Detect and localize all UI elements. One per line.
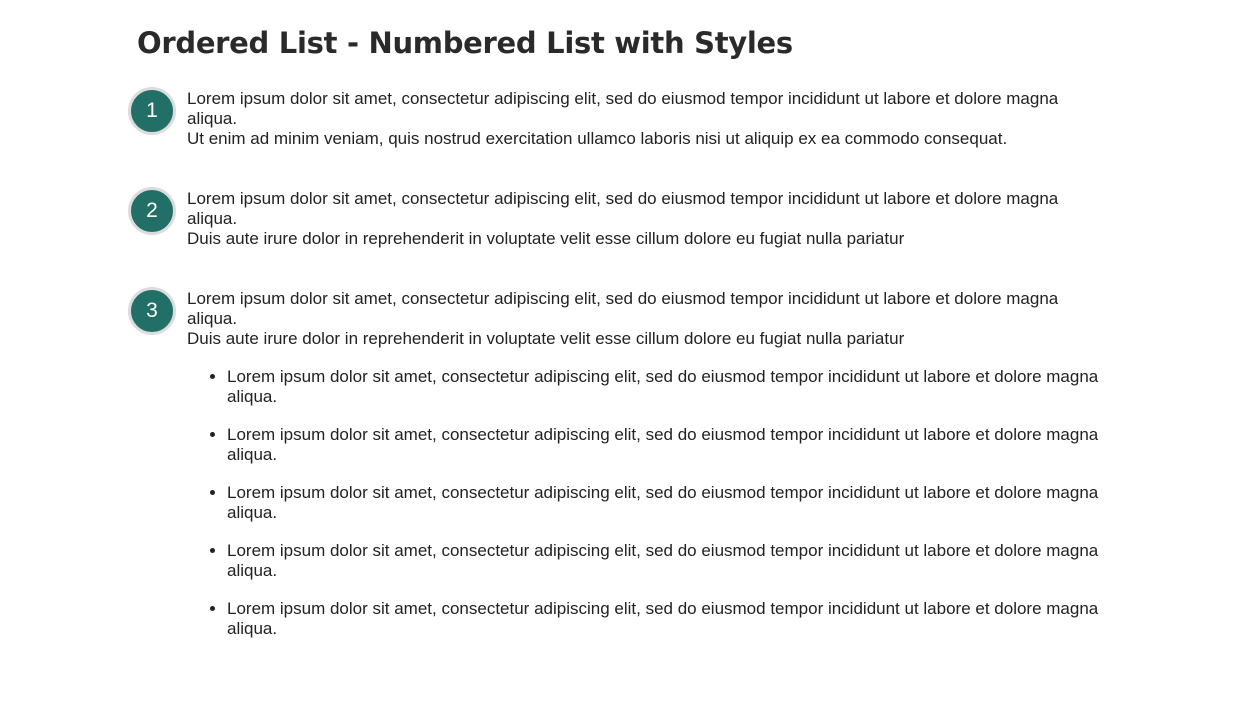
item-text-secondary: Duis aute irure dolor in reprehenderit i…	[187, 229, 905, 248]
bullet-list: Lorem ipsum dolor sit amet, consectetur …	[187, 367, 1112, 639]
bullet-item: Lorem ipsum dolor sit amet, consectetur …	[227, 367, 1112, 407]
item-text: Lorem ipsum dolor sit amet, consectetur …	[187, 89, 1059, 128]
item-text-secondary: Ut enim ad minim veniam, quis nostrud ex…	[187, 129, 1008, 148]
number-badge: 3	[128, 287, 176, 335]
page-title: Ordered List - Numbered List with Styles	[137, 26, 793, 60]
bullet-item: Lorem ipsum dolor sit amet, consectetur …	[227, 599, 1112, 639]
item-text: Lorem ipsum dolor sit amet, consectetur …	[187, 289, 1059, 328]
number-badge: 1	[128, 87, 176, 135]
number-badge: 2	[128, 187, 176, 235]
bullet-item: Lorem ipsum dolor sit amet, consectetur …	[227, 425, 1112, 465]
item-text-secondary: Duis aute irure dolor in reprehenderit i…	[187, 329, 905, 348]
bullet-item: Lorem ipsum dolor sit amet, consectetur …	[227, 483, 1112, 523]
bullet-item: Lorem ipsum dolor sit amet, consectetur …	[227, 541, 1112, 581]
item-text: Lorem ipsum dolor sit amet, consectetur …	[187, 189, 1059, 228]
